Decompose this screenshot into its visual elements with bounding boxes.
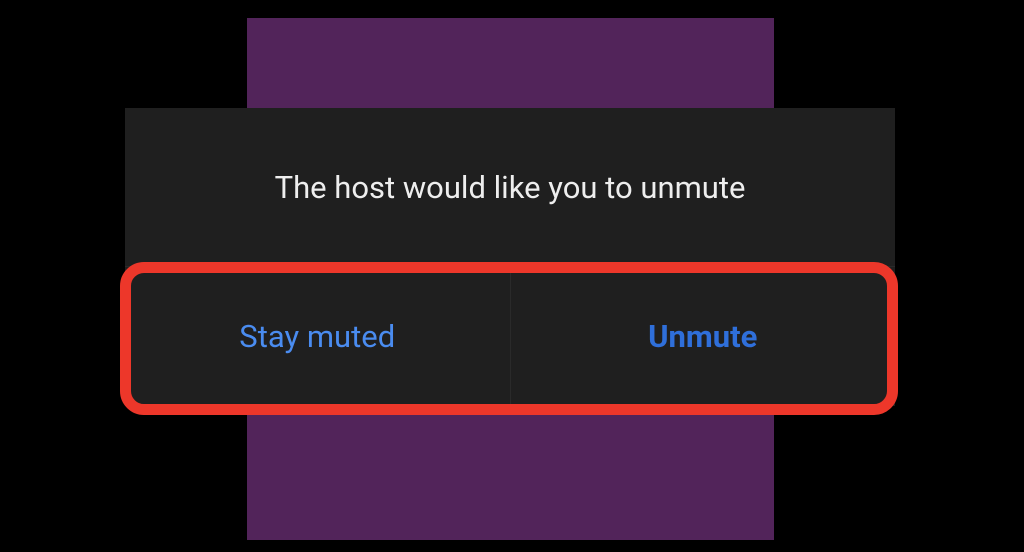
dialog-button-row: Stay muted Unmute [125,266,895,406]
stay-muted-button[interactable]: Stay muted [125,267,511,406]
unmute-button[interactable]: Unmute [511,267,896,406]
dialog-message-area: The host would like you to unmute [125,108,895,266]
unmute-request-dialog: The host would like you to unmute Stay m… [125,108,895,406]
dialog-message: The host would like you to unmute [275,169,746,206]
